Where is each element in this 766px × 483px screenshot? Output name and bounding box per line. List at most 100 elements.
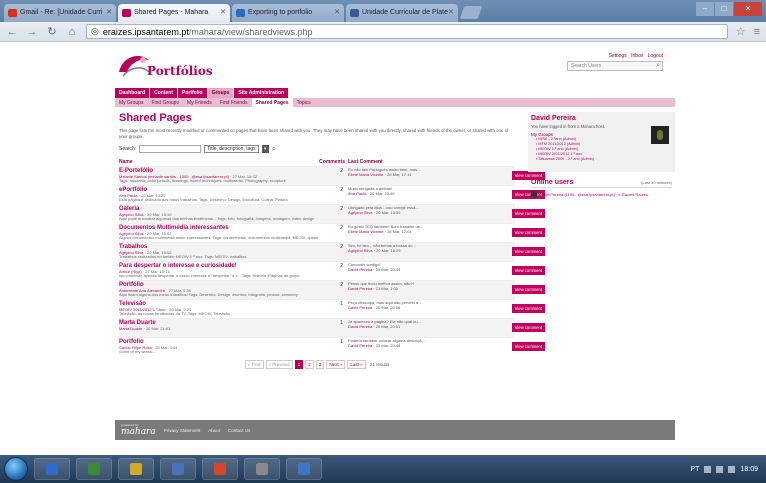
mahara-logo-icon[interactable]: powered by mahara — [121, 423, 156, 437]
pager-page-1[interactable]: 1 — [294, 360, 304, 369]
subnav-my-friends[interactable]: My Friends — [183, 98, 216, 107]
subnav-find-groups[interactable]: Find Groups — [147, 98, 183, 107]
nav-dashboard[interactable]: Dashboard — [115, 88, 150, 98]
nav-site-administration[interactable]: Site Administration — [234, 88, 289, 98]
close-icon[interactable]: ✕ — [220, 8, 226, 16]
taskbar-app[interactable] — [76, 458, 112, 480]
clock[interactable]: 18:09 — [740, 466, 758, 473]
last-comment-author[interactable]: David Pereira — [348, 343, 372, 348]
last-comment-author[interactable]: Ana Paula — [348, 191, 366, 196]
search-scope-select[interactable]: Title, description, tags — [204, 145, 259, 153]
view-comment-button[interactable]: View comment — [511, 285, 545, 294]
footer-about-link[interactable]: About — [208, 428, 220, 433]
inbox-link[interactable]: Inbox — [631, 53, 643, 59]
last-comment: Obrigado pela dica....vou corrigir essa.… — [348, 205, 419, 215]
view-comment-button[interactable]: View comment — [511, 323, 545, 332]
footer-privacy-link[interactable]: Privacy Statement — [164, 428, 201, 433]
forward-arrow-icon[interactable]: → — [26, 26, 38, 38]
row-page-info: Portfólio Antoniente Ana Alexandre · 27 M… — [119, 281, 319, 299]
nav-groups[interactable]: Groups — [207, 88, 234, 98]
minimize-icon[interactable]: – — [696, 2, 714, 16]
settings-link[interactable]: Settings — [609, 53, 627, 59]
close-icon[interactable]: ✕ — [334, 8, 340, 16]
last-comment-author[interactable]: Agripino Silva — [348, 248, 372, 253]
taskbar-app[interactable] — [286, 458, 322, 480]
tab-label: Gmail - Re: [Unidade Curri — [20, 9, 103, 16]
view-comment-button[interactable]: View comment — [511, 266, 545, 275]
input-language[interactable]: PT — [691, 466, 700, 473]
pages-search-input[interactable] — [139, 145, 202, 153]
last-comment-author[interactable]: Agripino Silva — [348, 210, 372, 215]
bookmark-star-icon[interactable]: ☆ — [736, 25, 746, 38]
tab-gmail[interactable]: Gmail - Re: [Unidade Curri ✕ — [4, 4, 116, 22]
col-comments[interactable]: Comments — [319, 159, 348, 165]
volume-icon[interactable] — [716, 465, 724, 473]
back-arrow-icon[interactable]: ← — [6, 26, 18, 38]
logout-link[interactable]: Logout — [648, 53, 663, 59]
tab-exporting[interactable]: Exporting to portfolio ✕ — [232, 4, 344, 22]
pager-last[interactable]: Last » — [347, 360, 366, 369]
online-user-item[interactable]: David Pereira (1100...@esa.ipsantarem.pt… — [531, 191, 672, 197]
pager-page-3[interactable]: 3 — [315, 360, 325, 369]
last-comment-author[interactable]: David Pereira — [348, 305, 372, 310]
sidebar-user-name[interactable]: David Pereira — [531, 115, 672, 122]
last-comment-date: 20 Mar, 16:29 — [376, 247, 401, 253]
subnav-shared-pages[interactable]: Shared Pages — [251, 98, 293, 107]
last-comment-author[interactable]: Eliete Maria Vicente — [348, 229, 384, 234]
subnav-find-friends[interactable]: Find Friends — [216, 98, 252, 107]
tab-facebook[interactable]: Unidade Curricular de Plate ✕ — [346, 4, 458, 22]
flag-icon[interactable] — [728, 465, 736, 473]
windows-start-icon[interactable] — [4, 457, 28, 481]
row-page-info: E-Portefólio Melanie Santos (melanie sant… — [119, 167, 319, 185]
reload-icon[interactable]: ↻ — [46, 25, 58, 38]
online-users-title: Online users (Last 10 minutes) — [531, 179, 672, 188]
taskbar-app[interactable] — [202, 458, 238, 480]
view-comment-button[interactable]: View comment — [511, 247, 545, 256]
view-comment-button[interactable]: View comment — [511, 209, 545, 218]
maximize-icon[interactable]: □ — [715, 2, 733, 16]
taskbar-app[interactable] — [34, 458, 70, 480]
network-icon[interactable] — [704, 465, 712, 473]
last-comment: Muito obrigada a ambos! Ana Paula · 20 Ma… — [348, 186, 395, 196]
close-icon[interactable]: ✕ — [106, 8, 112, 16]
taskbar-app[interactable] — [160, 458, 196, 480]
nav-content[interactable]: Content — [150, 88, 178, 98]
last-comment-author[interactable]: David Pereira — [348, 324, 372, 329]
taskbar-app[interactable] — [118, 458, 154, 480]
user-search-input[interactable]: Search Users ⌕ — [567, 61, 663, 71]
pager-page-2[interactable]: 2 — [305, 360, 314, 369]
view-comment-button[interactable]: View comment — [511, 304, 545, 313]
wrench-icon[interactable]: ≡ — [754, 26, 760, 38]
subnav-topics[interactable]: Topics — [293, 98, 315, 107]
page-author-link[interactable]: Marta Duarte — [119, 326, 142, 331]
home-icon[interactable]: ⌂ — [66, 26, 78, 38]
page-title: Shared Pages — [119, 112, 192, 124]
col-name[interactable]: Name — [119, 159, 319, 165]
last-comment-date: 25 Mar, 20:44 — [375, 266, 401, 272]
search-go-icon[interactable]: ⌕ — [272, 144, 276, 154]
avatar[interactable] — [651, 126, 669, 144]
view-comment-button[interactable]: View comment — [511, 342, 545, 351]
comment-count: 2 — [340, 282, 343, 288]
system-tray: PT 18:09 — [691, 465, 766, 473]
taskbar-app[interactable] — [244, 458, 280, 480]
subnav-my-groups[interactable]: My Groups — [115, 98, 147, 107]
new-tab-button[interactable] — [459, 6, 483, 19]
search-icon[interactable]: ⌕ — [656, 62, 660, 70]
footer-contact-link[interactable]: Contact Us — [228, 428, 250, 433]
close-window-icon[interactable]: ✕ — [734, 2, 762, 16]
last-comment-author[interactable]: David Pereira — [348, 286, 372, 291]
nav-portfolio[interactable]: Portfolio — [178, 88, 207, 98]
chevron-down-icon[interactable]: ▾ — [261, 145, 269, 153]
pager-next[interactable]: Next » — [326, 360, 346, 369]
last-comment-author[interactable]: David Pereira — [348, 267, 372, 272]
address-bar[interactable]: ◎ eraizes.ipsantarem.pt/mahara/view/shar… — [86, 24, 728, 39]
last-comment-date: 25 Mar, 17:01 — [387, 228, 412, 234]
tab-shared-pages[interactable]: Shared Pages - Mahara ✕ — [118, 4, 230, 23]
col-last-comment[interactable]: Last Comment — [348, 159, 458, 165]
view-comment-button[interactable]: View comment — [511, 228, 545, 237]
last-comment-author[interactable]: Eliete Maria Vicente — [348, 172, 384, 177]
sidebar-group-item[interactable]: • Tatuamos 2009 - 2.º ano (Admin) — [531, 157, 672, 162]
close-icon[interactable]: ✕ — [448, 8, 454, 16]
page-tags: Aqui ficam alguns dos meus trabalhos! Ta… — [119, 292, 298, 298]
